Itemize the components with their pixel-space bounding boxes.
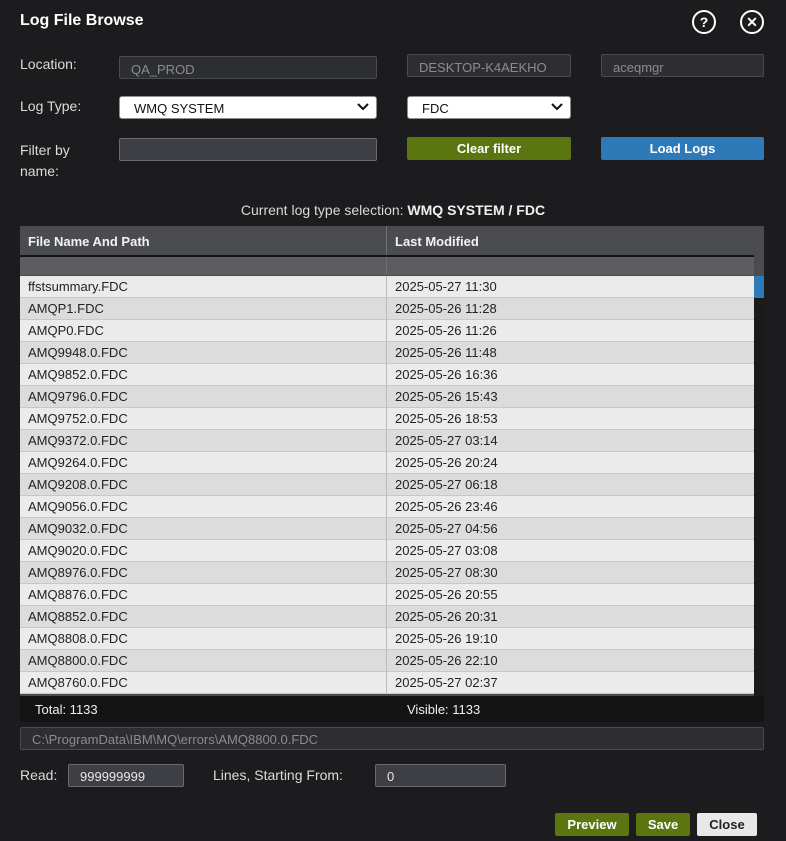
file-name-cell: AMQ9020.0.FDC [28, 543, 128, 558]
last-modified-cell: 2025-05-26 18:53 [395, 411, 498, 426]
table-row[interactable]: AMQP0.FDC 2025-05-26 11:26 [20, 320, 754, 342]
last-modified-cell: 2025-05-27 11:30 [395, 279, 497, 294]
current-selection-caption: Current log type selection: WMQ SYSTEM /… [0, 202, 786, 218]
table-row[interactable]: AMQ8976.0.FDC 2025-05-27 08:30 [20, 562, 754, 584]
file-name-cell: AMQ8800.0.FDC [28, 653, 128, 668]
location-queue-manager-field: aceqmgr [601, 54, 764, 77]
chevron-down-icon [551, 103, 563, 111]
scrollbar-thumb[interactable] [754, 276, 764, 298]
clear-filter-button[interactable]: Clear filter [407, 137, 571, 160]
filter-label: Filter by name: [20, 142, 70, 179]
table-row[interactable]: AMQ9752.0.FDC 2025-05-26 18:53 [20, 408, 754, 430]
last-modified-cell: 2025-05-26 20:31 [395, 609, 498, 624]
table-row[interactable]: AMQ9020.0.FDC 2025-05-27 03:08 [20, 540, 754, 562]
table-header: File Name And Path Last Modified [20, 226, 754, 257]
selection-prefix: Current log type selection: [240, 202, 404, 218]
file-name-cell: AMQ8760.0.FDC [28, 675, 128, 690]
last-modified-cell: 2025-05-26 15:43 [395, 389, 498, 404]
last-modified-cell: 2025-05-26 22:10 [395, 653, 498, 668]
table-row[interactable]: AMQ9372.0.FDC 2025-05-27 03:14 [20, 430, 754, 452]
load-logs-button[interactable]: Load Logs [601, 137, 764, 160]
read-lines-input[interactable]: 999999999 [68, 764, 184, 787]
file-name-cell: AMQ9208.0.FDC [28, 477, 128, 492]
file-name-cell: AMQ8976.0.FDC [28, 565, 128, 580]
table-body: ffstsummary.FDC 2025-05-27 11:30 AMQP1.FDC… [20, 276, 754, 694]
help-icon[interactable]: ? [692, 10, 716, 34]
log-type-label: Log Type: [20, 98, 82, 114]
last-modified-cell: 2025-05-26 11:28 [395, 301, 497, 316]
file-name-cell: ffstsummary.FDC [28, 279, 128, 294]
last-modified-cell: 2025-05-27 08:30 [395, 565, 498, 580]
visible-count: Visible: 1133 [407, 702, 481, 717]
log-type-subtype-value: FDC [422, 101, 449, 116]
column-header-file-name[interactable]: File Name And Path [28, 226, 150, 256]
file-name-cell: AMQ9752.0.FDC [28, 411, 128, 426]
table-row[interactable]: ffstsummary.FDC 2025-05-27 11:30 [20, 276, 754, 298]
last-modified-cell: 2025-05-26 11:48 [395, 345, 497, 360]
table-row[interactable]: AMQ9032.0.FDC 2025-05-27 04:56 [20, 518, 754, 540]
file-name-cell: AMQ9852.0.FDC [28, 367, 128, 382]
table-footer: Total: 1133 Visible: 1133 [20, 696, 764, 722]
close-button[interactable]: Close [697, 813, 757, 836]
table-row[interactable]: AMQ9056.0.FDC 2025-05-26 23:46 [20, 496, 754, 518]
last-modified-cell: 2025-05-27 03:14 [395, 433, 498, 448]
filter-input[interactable] [119, 138, 377, 161]
table-filter-row [20, 257, 754, 275]
save-button[interactable]: Save [636, 813, 690, 836]
log-type-category-value: WMQ SYSTEM [134, 101, 225, 116]
table-row[interactable]: AMQ9948.0.FDC 2025-05-26 11:48 [20, 342, 754, 364]
selection-value: WMQ SYSTEM / FDC [407, 202, 546, 218]
file-name-cell: AMQ9796.0.FDC [28, 389, 128, 404]
last-modified-cell: 2025-05-27 02:37 [395, 675, 498, 690]
last-modified-cell: 2025-05-27 06:18 [395, 477, 498, 492]
table-row[interactable]: AMQ9208.0.FDC 2025-05-27 06:18 [20, 474, 754, 496]
log-type-category-select[interactable]: WMQ SYSTEM [119, 96, 377, 119]
file-name-cell: AMQ8876.0.FDC [28, 587, 128, 602]
table-row[interactable]: AMQ9852.0.FDC 2025-05-26 16:36 [20, 364, 754, 386]
file-name-cell: AMQ8808.0.FDC [28, 631, 128, 646]
total-count: Total: 1133 [35, 702, 98, 717]
table-row[interactable]: AMQ8808.0.FDC 2025-05-26 19:10 [20, 628, 754, 650]
table-row[interactable]: AMQ8800.0.FDC 2025-05-26 22:10 [20, 650, 754, 672]
table-row[interactable]: AMQ9264.0.FDC 2025-05-26 20:24 [20, 452, 754, 474]
last-modified-cell: 2025-05-27 03:08 [395, 543, 498, 558]
last-modified-cell: 2025-05-26 23:46 [395, 499, 498, 514]
location-label: Location: [20, 56, 77, 72]
log-files-table: File Name And Path Last Modified ffstsum… [20, 226, 764, 696]
last-modified-cell: 2025-05-27 04:56 [395, 521, 498, 536]
location-environment-field: QA_PROD [119, 56, 377, 79]
dialog-title: Log File Browse [20, 12, 144, 29]
table-row[interactable]: AMQ9796.0.FDC 2025-05-26 15:43 [20, 386, 754, 408]
read-label: Read: [20, 767, 58, 783]
location-host-field: DESKTOP-K4AEKHO [407, 54, 571, 77]
file-name-cell: AMQP1.FDC [28, 301, 104, 316]
file-name-cell: AMQP0.FDC [28, 323, 104, 338]
column-header-last-modified[interactable]: Last Modified [395, 226, 479, 256]
file-name-cell: AMQ9264.0.FDC [28, 455, 128, 470]
start-line-label: Lines, Starting From: [213, 767, 343, 783]
last-modified-cell: 2025-05-26 16:36 [395, 367, 498, 382]
file-name-cell: AMQ9056.0.FDC [28, 499, 128, 514]
start-line-input[interactable]: 0 [375, 764, 506, 787]
last-modified-cell: 2025-05-26 19:10 [395, 631, 498, 646]
chevron-down-icon [357, 103, 369, 111]
table-scrollbar[interactable] [754, 276, 764, 696]
preview-button[interactable]: Preview [555, 813, 629, 836]
selected-path-field: C:\ProgramData\IBM\MQ\errors\AMQ8800.0.F… [20, 727, 764, 750]
table-row[interactable]: AMQ8852.0.FDC 2025-05-26 20:31 [20, 606, 754, 628]
last-modified-cell: 2025-05-26 20:24 [395, 455, 498, 470]
log-type-subtype-select[interactable]: FDC [407, 96, 571, 119]
file-name-cell: AMQ8852.0.FDC [28, 609, 128, 624]
file-name-cell: AMQ9372.0.FDC [28, 433, 128, 448]
table-row[interactable]: AMQP1.FDC 2025-05-26 11:28 [20, 298, 754, 320]
table-row[interactable]: AMQ8760.0.FDC 2025-05-27 02:37 [20, 672, 754, 694]
last-modified-cell: 2025-05-26 11:26 [395, 323, 497, 338]
file-name-cell: AMQ9948.0.FDC [28, 345, 128, 360]
last-modified-cell: 2025-05-26 20:55 [395, 587, 498, 602]
table-row[interactable]: AMQ8876.0.FDC 2025-05-26 20:55 [20, 584, 754, 606]
close-dialog-icon[interactable]: ✕ [740, 10, 764, 34]
file-name-cell: AMQ9032.0.FDC [28, 521, 128, 536]
